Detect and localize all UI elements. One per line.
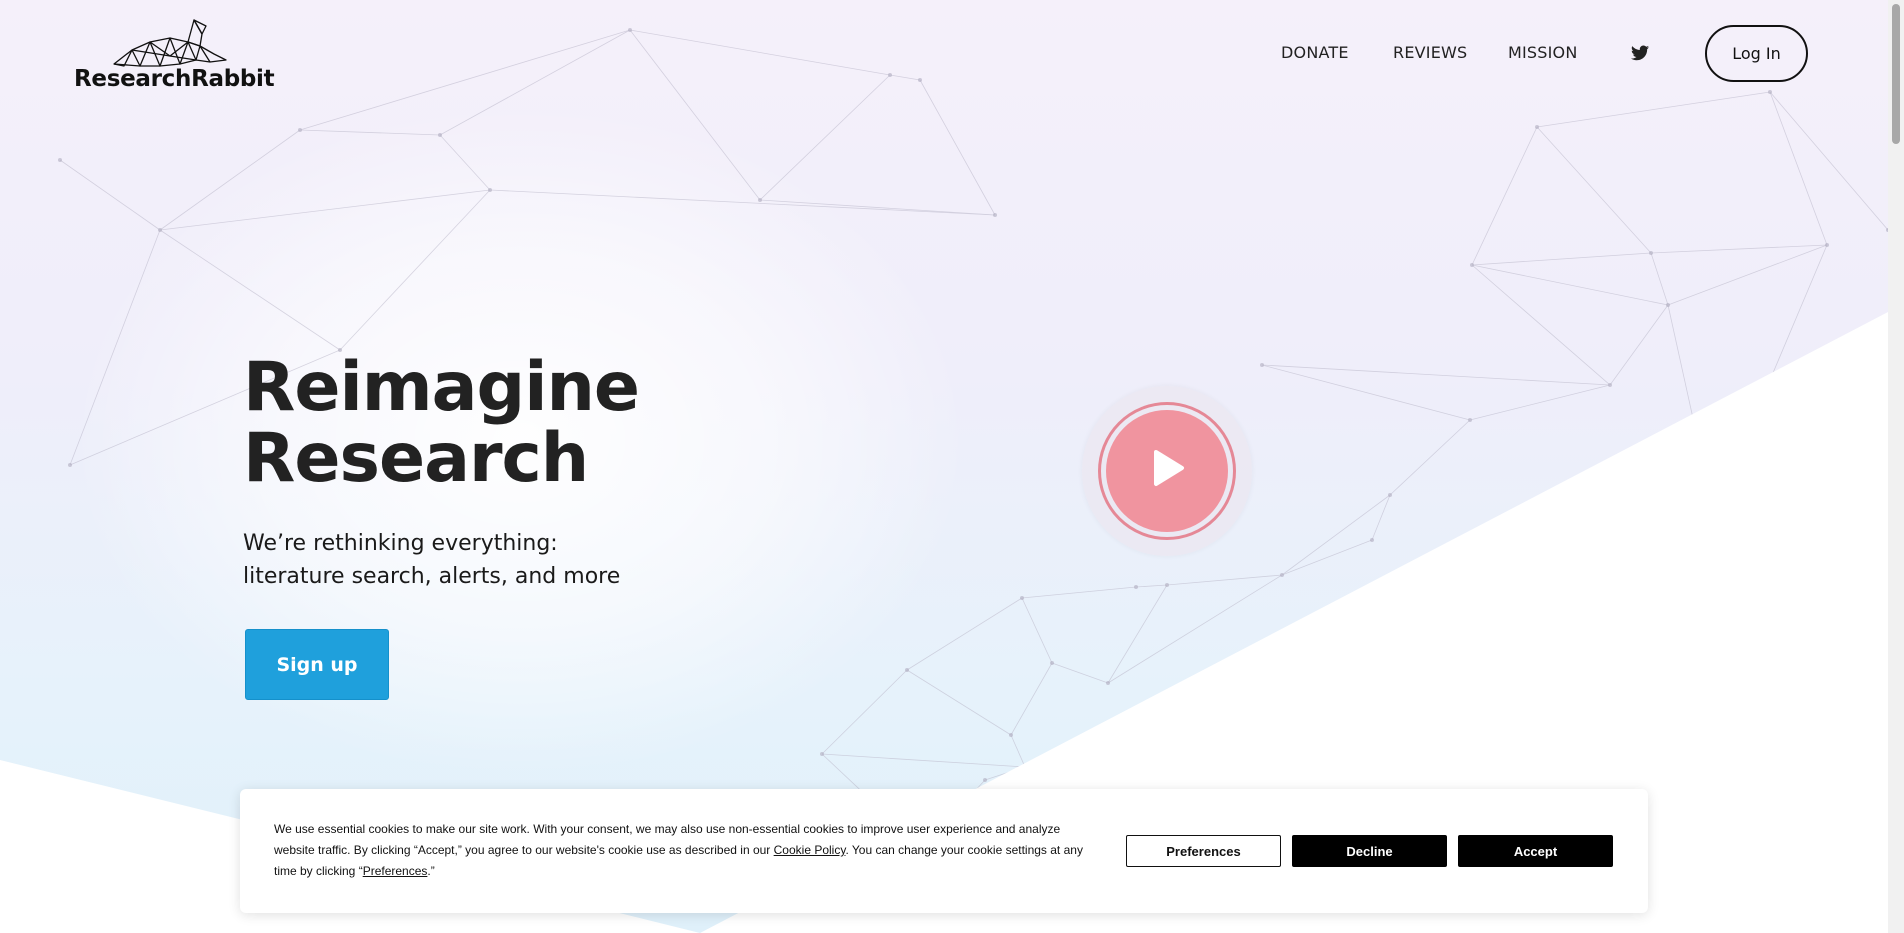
cookie-accept-button[interactable]: Accept <box>1458 835 1613 867</box>
cookie-banner: We use essential cookies to make our sit… <box>240 789 1648 913</box>
nav-donate[interactable]: DONATE <box>1281 43 1349 62</box>
hero-title-line1: Reimagine <box>243 348 640 427</box>
cookie-text: We use essential cookies to make our sit… <box>274 819 1104 882</box>
play-icon <box>1154 450 1184 486</box>
page-scrollbar[interactable] <box>1888 0 1904 933</box>
hero-subtitle: We’re rethinking everything: literature … <box>243 527 620 593</box>
cookie-decline-button[interactable]: Decline <box>1292 835 1447 867</box>
hero-subtitle-line1: We’re rethinking everything: <box>243 531 558 556</box>
cookie-policy-link[interactable]: Cookie Policy <box>774 843 846 857</box>
brand-name: ResearchRabbit <box>74 66 275 92</box>
login-button[interactable]: Log In <box>1705 25 1808 82</box>
video-play-button[interactable] <box>1082 386 1252 556</box>
hero-title-line2: Research <box>243 419 589 498</box>
scrollbar-thumb[interactable] <box>1892 4 1900 144</box>
cookie-text-part3: .” <box>427 864 435 878</box>
nav-mission[interactable]: MISSION <box>1508 43 1578 62</box>
rabbit-logo-icon <box>113 19 227 67</box>
signup-button[interactable]: Sign up <box>245 629 389 700</box>
nav-reviews[interactable]: REVIEWS <box>1393 43 1467 62</box>
cookie-preferences-button[interactable]: Preferences <box>1126 835 1281 867</box>
hero-subtitle-line2: literature search, alerts, and more <box>243 564 621 589</box>
hero-title: Reimagine Research <box>243 348 640 498</box>
cookie-preferences-link[interactable]: Preferences <box>363 864 428 878</box>
twitter-icon[interactable] <box>1631 45 1649 61</box>
logo[interactable]: ResearchRabbit <box>74 16 275 96</box>
